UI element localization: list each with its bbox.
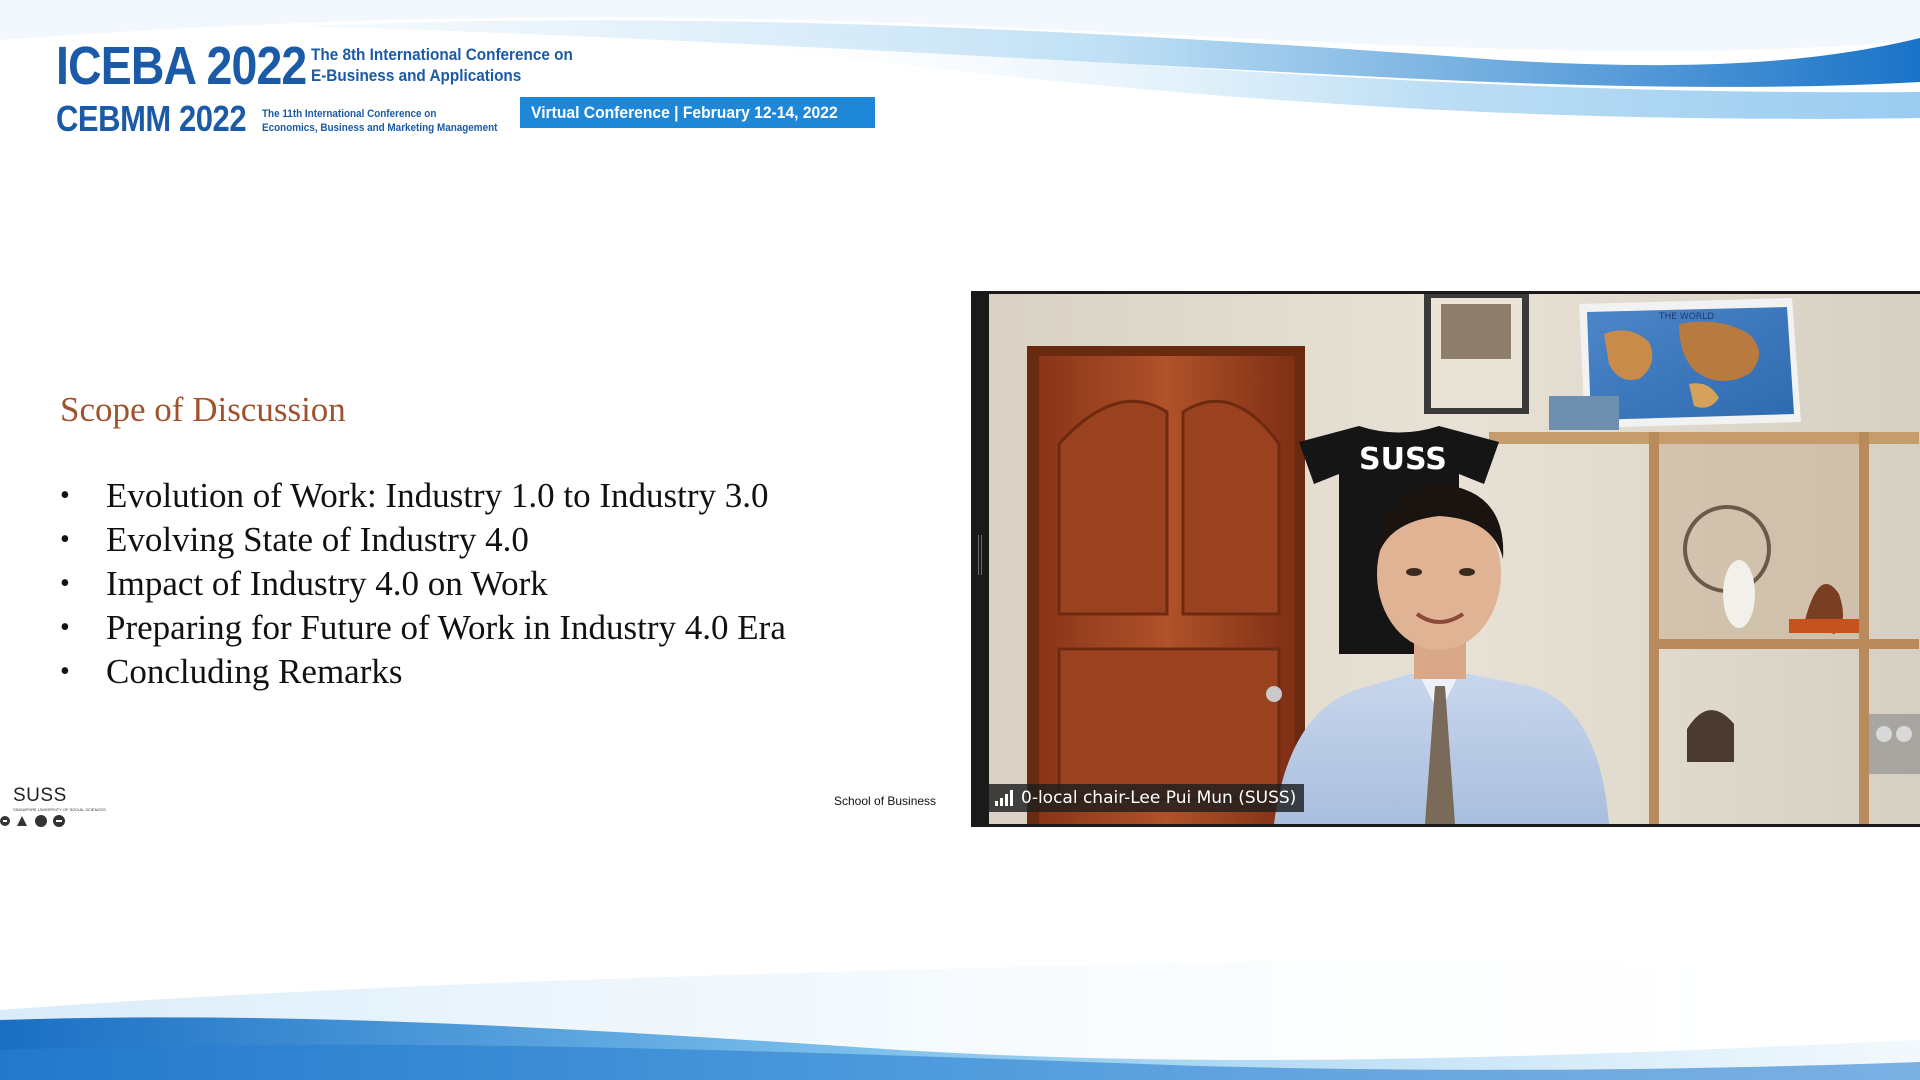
- cebmm-subtitle-line2: Economics, Business and Marketing Manage…: [262, 122, 498, 134]
- suss-logo-text: SUSS: [13, 785, 67, 806]
- cebmm-title: CEBMM 2022: [56, 98, 247, 139]
- list-item: Preparing for Future of Work in Industry…: [60, 606, 786, 650]
- school-label: School of Business: [834, 794, 937, 808]
- list-item: Impact of Industry 4.0 on Work: [60, 562, 786, 606]
- banner-text: Virtual Conference | February 12-14, 202…: [531, 103, 838, 122]
- signal-strength-icon: [995, 790, 1013, 806]
- cebmm-subtitle: The 11th International Conference on Eco…: [262, 107, 497, 135]
- iceba-subtitle-line1: The 8th International Conference on: [311, 45, 573, 64]
- map-text: THE WORLD: [1658, 312, 1714, 322]
- list-item: Evolving State of Industry 4.0: [60, 518, 786, 562]
- shirt-text: SUSS: [1359, 442, 1447, 477]
- iceba-title: ICEBA 2022: [56, 36, 307, 96]
- cebmm-subtitle-line1: The 11th International Conference on: [262, 108, 437, 120]
- suss-logo: SUSS SINGAPORE UNIVERSITY OF SOCIAL SCIE…: [0, 785, 106, 830]
- iceba-subtitle-line2: E-Business and Applications: [311, 66, 522, 85]
- iceba-subtitle: The 8th International Conference on E-Bu…: [311, 44, 573, 86]
- speaker-video-feed: THE WORLD SUSS: [989, 294, 1920, 824]
- speaker-video-tile[interactable]: THE WORLD SUSS 0-local chair-Lee Pui Mun…: [971, 291, 1920, 827]
- bottom-wave-decoration: [0, 958, 1920, 1080]
- list-item: Evolution of Work: Industry 1.0 to Indus…: [60, 474, 786, 518]
- virtual-conference-banner: Virtual Conference | February 12-14, 202…: [520, 97, 875, 128]
- list-item: Concluding Remarks: [60, 650, 786, 694]
- suss-logo-tagline: SINGAPORE UNIVERSITY OF SOCIAL SCIENCES: [13, 807, 106, 812]
- conference-header: ICEBA 2022 The 8th International Confere…: [56, 38, 886, 138]
- resize-handle-icon[interactable]: [978, 535, 982, 575]
- bullet-list: Evolution of Work: Industry 1.0 to Indus…: [60, 474, 786, 694]
- shared-screen: ICEBA 2022 The 8th International Confere…: [0, 0, 1920, 1080]
- participant-name: 0-local chair-Lee Pui Mun (SUSS): [1021, 788, 1297, 808]
- suss-logo-emblem-icon: [0, 815, 65, 827]
- slide-title: Scope of Discussion: [60, 390, 346, 429]
- participant-name-label: 0-local chair-Lee Pui Mun (SUSS): [989, 784, 1305, 812]
